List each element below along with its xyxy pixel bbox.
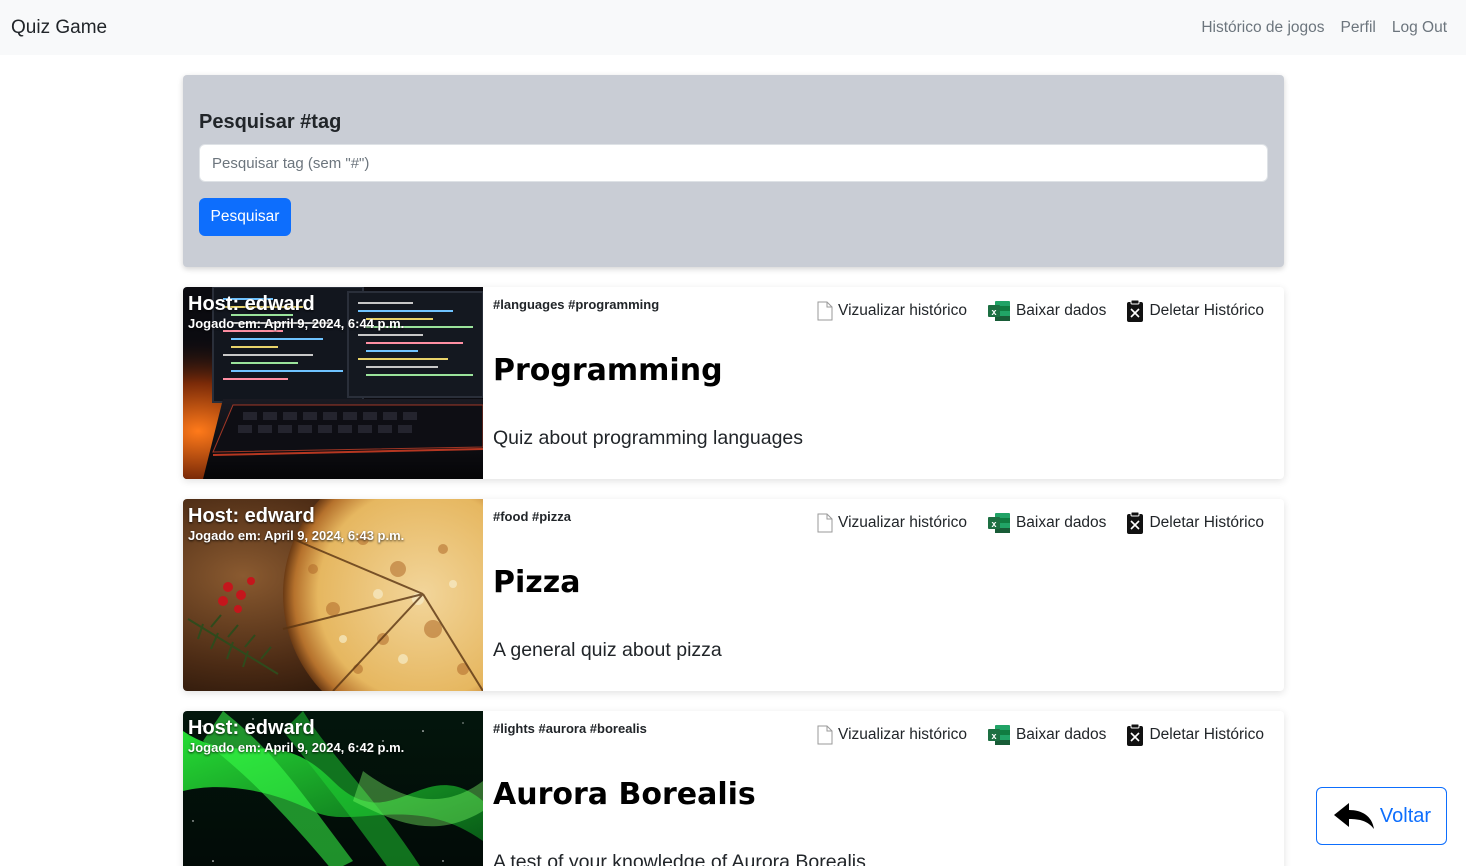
game-card: Host: edward Jogado em: April 9, 2024, 6… [183,711,1284,866]
host-label: Host: edward [188,717,315,739]
delete-history-link[interactable]: Deletar Histórico [1126,723,1264,747]
host-label: Host: edward [188,293,315,315]
delete-clipboard-icon [1127,299,1144,322]
card-title: Programming [493,353,723,388]
computer-monitor-image: Host: edward Jogado em: April 9, 2024, 6… [183,287,483,479]
played-date: Jogado em: April 9, 2024, 6:43 p.m. [188,528,405,543]
host-label: Host: edward [188,505,315,527]
card-actions: Vizualizar histórico x Baixar dados Dele… [817,511,1264,535]
card-description: Quiz about programming languages [493,427,804,449]
game-card: Host: edward Jogado em: April 9, 2024, 6… [183,499,1284,691]
delete-history-label: Deletar Histórico [1149,726,1264,743]
card-tags: #languages #programming [493,297,660,312]
document-icon [817,513,833,533]
download-data-link[interactable]: x Baixar dados [987,724,1106,746]
card-title: Pizza [493,565,581,600]
nav-links: Histórico de jogos Perfil Log Out [1201,19,1447,37]
back-button[interactable]: Voltar [1316,787,1447,845]
search-button[interactable]: Pesquisar [199,198,291,236]
delete-clipboard-icon [1127,511,1144,534]
download-data-link[interactable]: x Baixar dados [987,300,1106,322]
view-history-label: Vizualizar histórico [838,726,967,743]
card-actions: Vizualizar histórico x Baixar dados Dele… [817,723,1264,747]
card-actions: Vizualizar histórico x Baixar dados Dele… [817,299,1264,323]
search-input[interactable] [199,144,1268,182]
view-history-link[interactable]: Vizualizar histórico [817,301,967,321]
svg-text:x: x [991,731,996,741]
document-icon [817,301,833,321]
nav-link-logout[interactable]: Log Out [1392,19,1447,37]
card-overlay: Host: edward Jogado em: April 9, 2024, 6… [188,716,404,756]
navbar: Quiz Game Histórico de jogos Perfil Log … [0,0,1466,55]
card-title: Aurora Borealis [493,777,756,812]
search-title: Pesquisar #tag [199,111,342,133]
search-panel: Pesquisar #tag Pesquisar [183,75,1284,267]
played-date: Jogado em: April 9, 2024, 6:42 p.m. [188,740,405,755]
delete-history-label: Deletar Histórico [1149,514,1264,531]
document-icon [817,725,833,745]
svg-text:x: x [991,307,996,317]
excel-icon: x [987,301,1010,321]
brand-link[interactable]: Quiz Game [11,17,107,39]
delete-history-link[interactable]: Deletar Histórico [1126,511,1264,535]
view-history-label: Vizualizar histórico [838,302,967,319]
excel-icon: x [987,513,1010,533]
card-overlay: Host: edward Jogado em: April 9, 2024, 6… [188,504,404,544]
svg-text:x: x [991,519,996,529]
download-data-label: Baixar dados [1015,726,1107,743]
view-history-label: Vizualizar histórico [838,514,967,531]
card-description: A general quiz about pizza [493,639,722,661]
pizza-image: Host: edward Jogado em: April 9, 2024, 6… [183,499,483,691]
nav-link-profile[interactable]: Perfil [1341,19,1376,37]
card-description: A test of your knowledge of Aurora Borea… [493,851,866,866]
aurora-image: Host: edward Jogado em: April 9, 2024, 6… [183,711,483,866]
delete-history-link[interactable]: Deletar Histórico [1126,299,1264,323]
game-card: Host: edward Jogado em: April 9, 2024, 6… [183,287,1284,479]
download-data-label: Baixar dados [1015,514,1107,531]
card-tags: #lights #aurora #borealis [493,721,647,736]
download-data-link[interactable]: x Baixar dados [987,512,1106,534]
download-data-label: Baixar dados [1015,302,1107,319]
excel-icon: x [987,725,1010,745]
delete-history-label: Deletar Histórico [1149,302,1264,319]
back-label: Voltar [1379,804,1432,827]
nav-link-game-history[interactable]: Histórico de jogos [1201,19,1324,37]
view-history-link[interactable]: Vizualizar histórico [817,513,967,533]
delete-clipboard-icon [1127,723,1144,746]
reply-arrow-icon [1333,803,1374,829]
card-tags: #food #pizza [493,509,572,524]
card-overlay: Host: edward Jogado em: April 9, 2024, 6… [188,292,404,332]
view-history-link[interactable]: Vizualizar histórico [817,725,967,745]
played-date: Jogado em: April 9, 2024, 6:44 p.m. [188,316,405,331]
